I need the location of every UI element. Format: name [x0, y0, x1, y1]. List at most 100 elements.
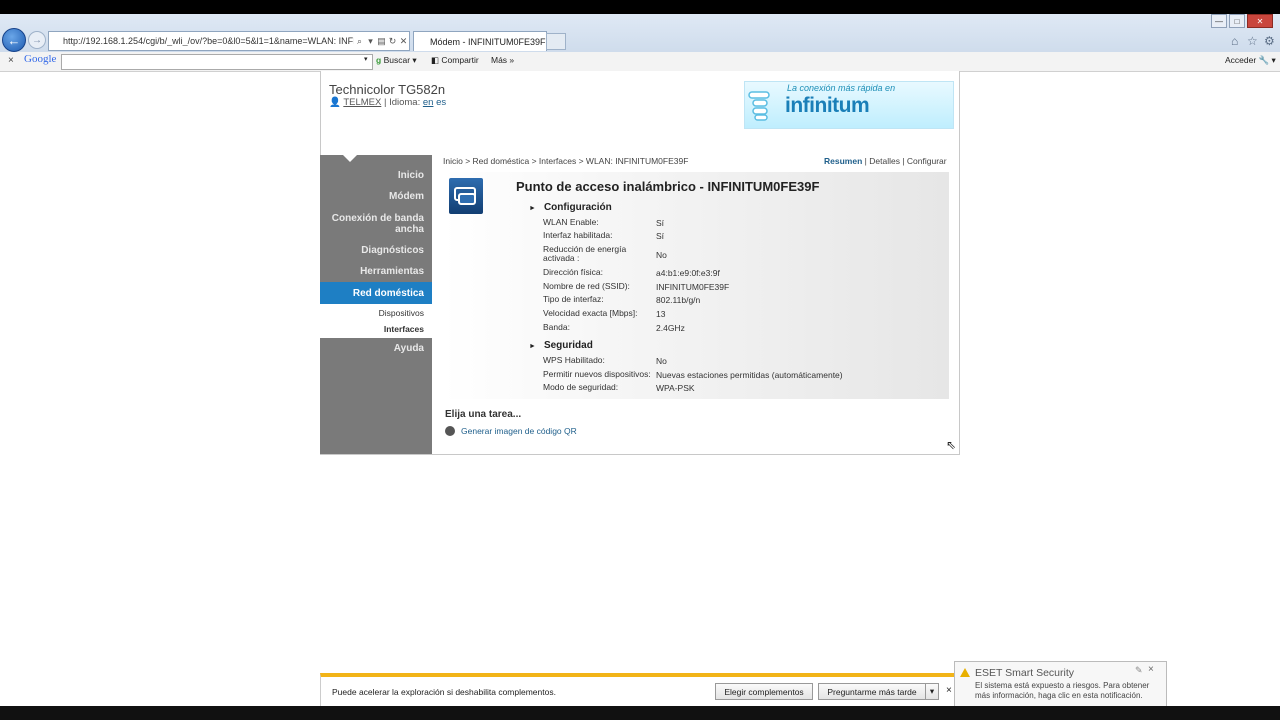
tools-gear-icon[interactable]: ⚙ [1264, 34, 1275, 48]
field-label: Banda: [543, 322, 570, 332]
section-configuracion-title: Configuración [543, 202, 612, 213]
field-value: INFINITUM0FE39F [656, 282, 730, 292]
lang-en-link[interactable]: en [423, 97, 434, 108]
window-maximize-button[interactable]: □ [1229, 14, 1245, 28]
breadcrumb[interactable]: Inicio > Red doméstica > Interfaces > WL… [443, 156, 688, 166]
lang-es-link[interactable]: es [436, 97, 446, 108]
compartir-button[interactable]: ◧ Compartir [431, 55, 479, 66]
generate-qr-link[interactable]: Generar imagen de código QR [461, 426, 577, 436]
notification-close-icon[interactable]: × [946, 685, 952, 696]
preguntarme-mas-tarde-button[interactable]: Preguntarme más tarde [818, 683, 926, 700]
sidebar-notch [343, 155, 357, 162]
field-value: Nuevas estaciones permitidas (automática… [656, 370, 843, 380]
field-value: 2.4GHz [656, 323, 685, 333]
sidebar-item-red-domestica[interactable]: Red doméstica [320, 288, 424, 299]
notification-text: Puede acelerar la exploración si deshabi… [332, 687, 556, 697]
compartir-label: Compartir [441, 55, 479, 65]
field-label: Interfaz habilitada: [543, 230, 613, 240]
section-configuracion[interactable]: ► Configuración [529, 202, 612, 213]
forward-arrow-icon: → [32, 34, 42, 46]
view-separator: | [902, 156, 905, 166]
field-value: No [656, 356, 667, 366]
mouse-cursor-icon: ⇖ [946, 438, 957, 452]
expand-triangle-icon: ► [529, 343, 536, 350]
acceder-button[interactable]: Acceder 🔧 ▾ [1225, 55, 1276, 66]
wireless-access-point-icon [449, 178, 483, 214]
google-logo-text: Google [24, 53, 57, 65]
field-value: 13 [656, 309, 666, 319]
eset-message: El sistema está expuesto a riesgos. Para… [975, 681, 1150, 700]
elegir-complementos-button[interactable]: Elegir complementos [715, 683, 813, 700]
google-buscar-button[interactable]: g Buscar ▾ [376, 55, 417, 66]
google-g-icon: g [376, 55, 382, 65]
user-link[interactable]: TELMEX [343, 97, 381, 108]
field-label: WLAN Enable: [543, 217, 599, 227]
google-search-dropdown-icon[interactable]: ▾ [364, 55, 368, 63]
google-search-input[interactable] [61, 54, 373, 70]
field-label: Tipo de interfaz: [543, 294, 604, 304]
field-label: Velocidad exacta [Mbps]: [543, 308, 638, 318]
top-black-bar [0, 0, 1280, 14]
banner-tagline: La conexión más rápida en [787, 83, 896, 93]
field-label: Permitir nuevos dispositivos: [543, 369, 651, 379]
eset-title: ESET Smart Security [975, 667, 1075, 679]
sidebar-item-conexion[interactable]: Conexión de banda ancha [320, 213, 424, 235]
favorites-star-icon[interactable]: ☆ [1247, 34, 1258, 48]
bullet-icon [445, 426, 455, 436]
window-minimize-button[interactable]: — [1211, 14, 1227, 28]
back-arrow-icon: ← [7, 32, 21, 48]
view-switcher: Resumen | Detalles | Configurar [824, 156, 947, 166]
sidebar-item-modem[interactable]: Módem [320, 191, 424, 202]
stop-icon[interactable]: ✕ [398, 36, 409, 47]
window-close-button[interactable]: ✕ [1247, 14, 1273, 28]
browser-tab[interactable]: Módem - INFINITUM0FE39F × [413, 31, 551, 51]
address-bar[interactable]: http://192.168.1.254/cgi/b/_wli_/ov/?be=… [48, 31, 410, 51]
buscar-label: Buscar [383, 55, 411, 65]
sidebar-item-inicio[interactable]: Inicio [320, 170, 424, 181]
field-value: Sí [656, 231, 665, 241]
home-icon[interactable]: ⌂ [1231, 34, 1238, 48]
back-button[interactable]: ← [2, 28, 26, 52]
field-value: a4:b1:e9:0f:e3:9f [656, 268, 720, 278]
warning-icon [960, 668, 970, 677]
forward-button[interactable]: → [28, 31, 46, 49]
router-model-title: Technicolor TG582n [329, 82, 446, 97]
sidebar-subitem-interfaces[interactable]: Interfaces [320, 324, 424, 334]
google-logo: Google [24, 53, 56, 65]
view-resumen-link[interactable]: Resumen [824, 156, 862, 166]
field-value: 802.11b/g/n [656, 295, 701, 305]
field-value: WPA-PSK [656, 383, 695, 393]
toolbar-close-icon[interactable]: × [8, 55, 14, 66]
pointing-hand-icon [748, 91, 770, 121]
panel-title: Punto de acceso inalámbrico - INFINITUM0… [516, 179, 820, 194]
field-label: Nombre de red (SSID): [543, 281, 630, 291]
chevron-down-icon: ▾ [929, 686, 935, 696]
refresh-icon[interactable]: ↻ [387, 36, 398, 47]
sidebar-subitem-dispositivos[interactable]: Dispositivos [320, 308, 424, 318]
field-label: WPS Habilitado: [543, 355, 605, 365]
tab-title: Módem - INFINITUM0FE39F [430, 36, 546, 47]
compat-icon[interactable]: ▤ [376, 36, 387, 47]
wrench-icon: 🔧 [1258, 55, 1270, 65]
section-seguridad-title: Seguridad [543, 340, 593, 351]
view-detalles-link[interactable]: Detalles [869, 156, 900, 166]
eset-close-icon[interactable]: × [1148, 664, 1154, 675]
new-tab-button[interactable] [546, 33, 566, 50]
field-value: Sí [656, 218, 665, 228]
view-separator: | [864, 156, 867, 166]
dropdown-icon[interactable]: ▾ [365, 36, 376, 47]
sidebar-item-ayuda[interactable]: Ayuda [320, 343, 424, 354]
banner-brand: infinitum [785, 94, 870, 117]
notification-dropdown-button[interactable]: ▾ [925, 683, 939, 700]
search-icon[interactable]: ⌕ [354, 36, 365, 47]
pin-icon[interactable]: ✎ [1135, 665, 1143, 676]
sidebar-item-diagnosticos[interactable]: Diagnósticos [320, 245, 424, 256]
share-icon: ◧ [431, 55, 440, 65]
section-seguridad[interactable]: ► Seguridad [529, 340, 593, 351]
view-configurar-link[interactable]: Configurar [907, 156, 947, 166]
mas-button[interactable]: Más » [491, 55, 514, 65]
sidebar-item-herramientas[interactable]: Herramientas [320, 266, 424, 277]
address-text[interactable]: http://192.168.1.254/cgi/b/_wli_/ov/?be=… [49, 36, 354, 46]
field-label: Reducción de energía activada : [543, 244, 627, 263]
expand-triangle-icon: ► [529, 205, 536, 212]
